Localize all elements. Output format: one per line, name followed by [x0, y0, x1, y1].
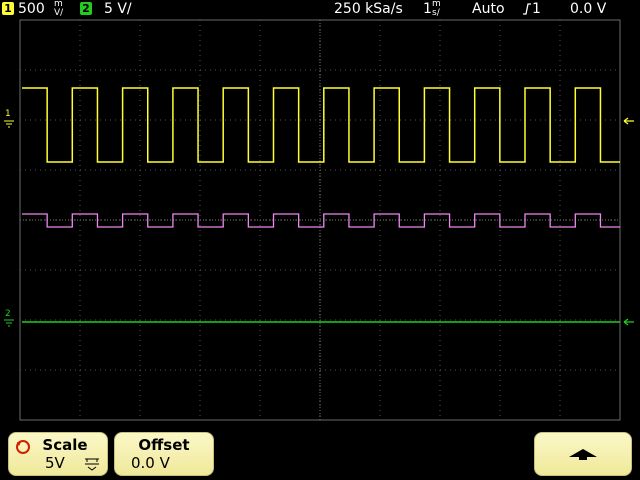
offset-value: 0.0 V	[131, 454, 170, 472]
up-arrow-icon	[569, 449, 597, 460]
back-softkey[interactable]	[534, 432, 632, 476]
waveform-display[interactable]: 1 2	[0, 18, 640, 426]
scale-value: 5V	[45, 454, 65, 472]
graticule	[19, 19, 621, 421]
channel-1-trace	[22, 87, 620, 163]
ch2-ground-marker[interactable]: 2	[4, 309, 14, 327]
svg-text:1: 1	[5, 109, 11, 119]
channel-2-badge: 2	[80, 2, 92, 15]
ch1-scale: 500	[18, 1, 45, 17]
ch1-right-arrow-icon	[623, 117, 634, 125]
scale-title: Scale	[42, 436, 88, 454]
fine-coarse-icon	[85, 458, 99, 471]
timebase-value: 1	[423, 1, 432, 17]
ch1-unit-bottom: V/	[54, 8, 64, 18]
ch2-scale: 5 V/	[104, 1, 132, 17]
ch2-right-arrow-icon	[623, 318, 634, 326]
ch1-ground-marker[interactable]: 1	[4, 109, 14, 128]
sample-rate: 250 kSa/s	[334, 1, 403, 17]
offset-title: Offset	[138, 436, 190, 454]
softkey-bar: Scale 5V Offset 0.0 V	[0, 426, 640, 480]
trigger-source: 1	[532, 1, 541, 17]
channel-1-badge: 1	[2, 2, 14, 15]
status-bar: 1 500 m V/ 2 5 V/ 250 kSa/s 1 m s/ Auto …	[0, 0, 640, 18]
rising-edge-icon	[523, 3, 531, 15]
offset-softkey[interactable]: Offset 0.0 V	[114, 432, 214, 476]
timebase-unit-bottom: s/	[432, 8, 440, 18]
svg-text:2: 2	[5, 309, 11, 319]
scale-softkey[interactable]: Scale 5V	[8, 432, 108, 476]
trigger-mode: Auto	[472, 1, 505, 17]
trigger-level: 0.0 V	[570, 1, 607, 17]
